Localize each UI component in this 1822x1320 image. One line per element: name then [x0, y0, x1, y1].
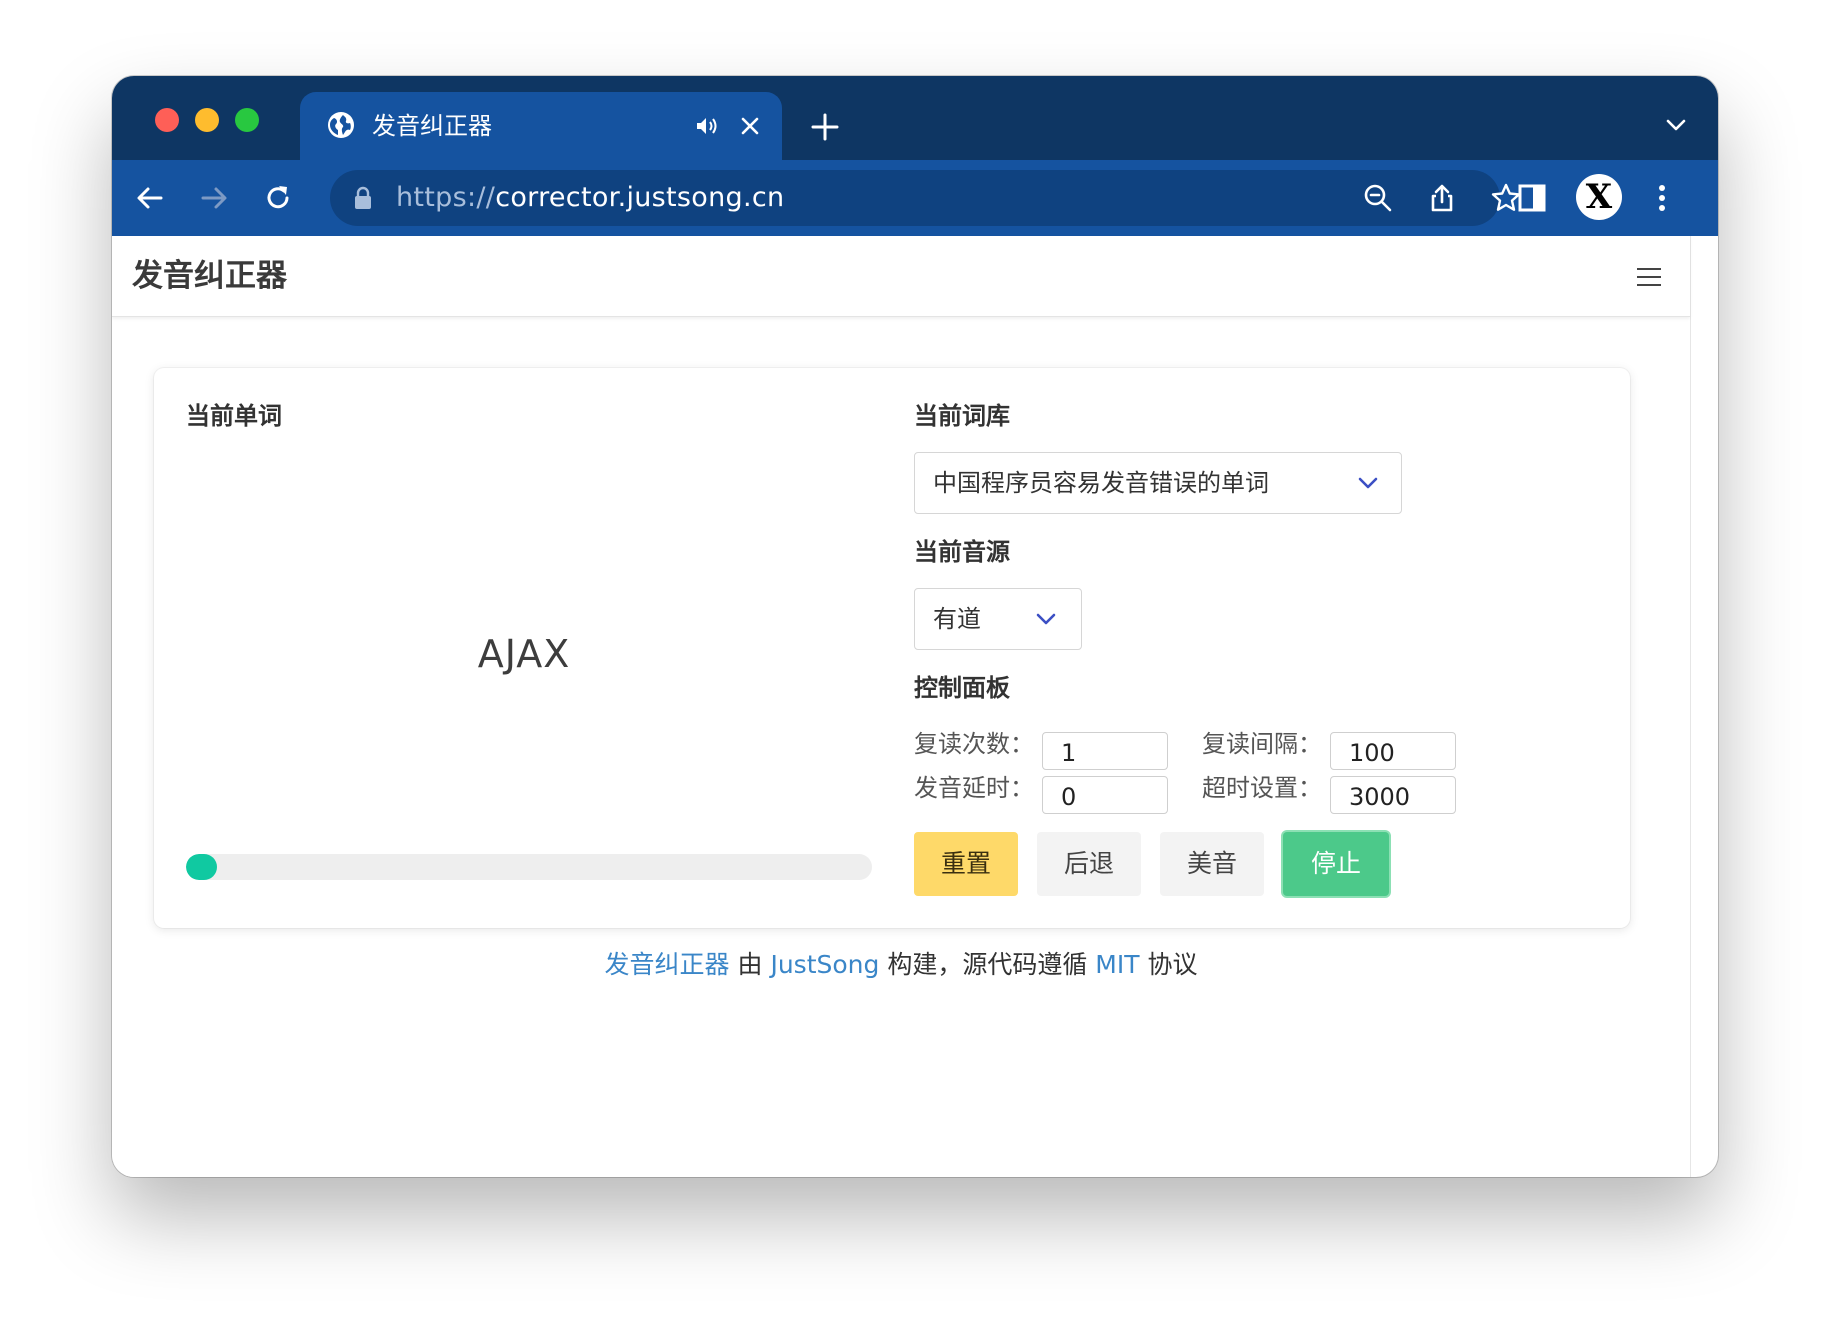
- back-button[interactable]: 后退: [1037, 832, 1141, 896]
- web-page: 发音纠正器 当前单词 AJAX 当前词库 中国程序员容易发音错误的单词 当前音源…: [112, 236, 1691, 1177]
- lock-icon: [355, 186, 371, 209]
- current-word: AJAX: [477, 632, 571, 676]
- wordbank-label: 当前词库: [914, 402, 1010, 430]
- control-panel-label: 控制面板: [914, 674, 1010, 702]
- footer-author-link[interactable]: JustSong: [770, 950, 879, 979]
- current-word-label: 当前单词: [186, 402, 282, 430]
- repeat-count-label: 复读次数：: [914, 730, 1034, 758]
- delay-input[interactable]: [1042, 776, 1168, 814]
- reset-button[interactable]: 重置: [914, 832, 1018, 896]
- brand-title[interactable]: 发音纠正器: [132, 256, 287, 296]
- timeout-input[interactable]: [1330, 776, 1456, 814]
- chevron-down-icon: [1358, 477, 1378, 489]
- close-tab-icon[interactable]: [738, 114, 762, 138]
- url-text: https://corrector.justsong.cn: [396, 182, 785, 213]
- address-bar[interactable]: https://corrector.justsong.cn: [330, 170, 1521, 226]
- footer-app-link[interactable]: 发音纠正器: [605, 950, 730, 979]
- new-tab-icon[interactable]: [810, 112, 840, 142]
- hamburger-menu-icon[interactable]: [1636, 266, 1662, 288]
- browser-window: 发音纠正器 https://corrector.justsong.cn X 发音…: [112, 76, 1718, 1177]
- stop-button[interactable]: 停止: [1283, 832, 1389, 896]
- progress-fill: [186, 854, 217, 880]
- source-label: 当前音源: [914, 538, 1010, 566]
- source-select[interactable]: 有道: [914, 588, 1082, 650]
- navbar: 发音纠正器: [112, 236, 1690, 317]
- us-accent-button[interactable]: 美音: [1160, 832, 1264, 896]
- repeat-interval-label: 复读间隔：: [1202, 730, 1322, 758]
- zoom-icon[interactable]: [1362, 182, 1394, 214]
- share-icon[interactable]: [1426, 182, 1458, 214]
- wordbank-select[interactable]: 中国程序员容易发音错误的单词: [914, 452, 1402, 514]
- close-window-button[interactable]: [155, 108, 179, 132]
- progress-bar: [186, 854, 872, 880]
- zoom-window-button[interactable]: [235, 108, 259, 132]
- timeout-label: 超时设置：: [1202, 774, 1322, 802]
- source-selected-value: 有道: [933, 605, 981, 633]
- back-arrow-icon[interactable]: [134, 182, 166, 214]
- repeat-interval-input[interactable]: [1330, 732, 1456, 770]
- tab-active[interactable]: 发音纠正器: [300, 92, 782, 160]
- browser-toolbar: https://corrector.justsong.cn X: [112, 160, 1718, 236]
- repeat-count-input[interactable]: [1042, 732, 1168, 770]
- chevron-down-icon: [1036, 613, 1056, 625]
- profile-avatar[interactable]: X: [1576, 174, 1622, 220]
- delay-label: 发音延时：: [914, 774, 1034, 802]
- forward-arrow-icon[interactable]: [198, 182, 230, 214]
- globe-icon: [328, 112, 354, 138]
- tab-title: 发音纠正器: [372, 112, 492, 140]
- tab-strip: 发音纠正器: [112, 76, 1718, 160]
- more-menu-icon[interactable]: [1646, 182, 1678, 214]
- sidebar-toggle-icon[interactable]: [1516, 182, 1548, 214]
- footer-license-link[interactable]: MIT: [1095, 950, 1139, 979]
- main-card: 当前单词 AJAX 当前词库 中国程序员容易发音错误的单词 当前音源 有道 控制…: [154, 368, 1630, 928]
- chevron-down-icon[interactable]: [1664, 116, 1688, 134]
- wordbank-selected-value: 中国程序员容易发音错误的单词: [933, 469, 1269, 497]
- minimize-window-button[interactable]: [195, 108, 219, 132]
- footer: 发音纠正器 由 JustSong 构建，源代码遵循 MIT 协议: [604, 950, 1198, 979]
- reload-icon[interactable]: [262, 182, 294, 214]
- speaker-icon[interactable]: [694, 114, 720, 138]
